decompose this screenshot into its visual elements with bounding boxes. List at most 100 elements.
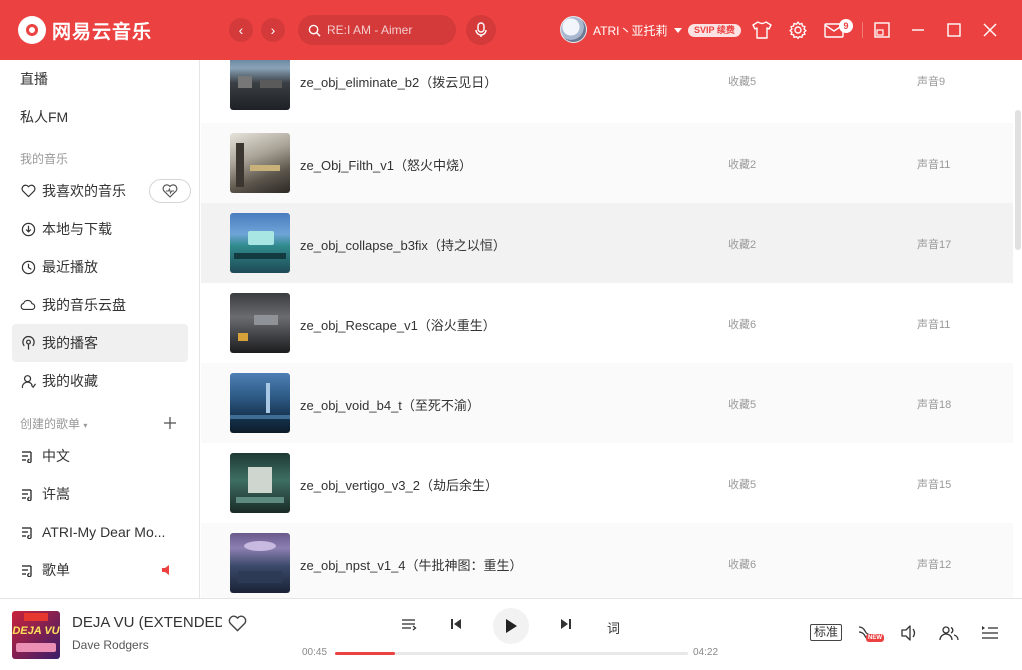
episode-thumbnail — [230, 293, 290, 353]
close-button[interactable] — [978, 18, 1002, 42]
gear-icon — [789, 21, 807, 39]
play-mode-button[interactable] — [398, 613, 420, 635]
episode-thumbnail — [230, 373, 290, 433]
sidebar-item-label: ATRI-My Dear Mo... — [42, 524, 166, 540]
sidebar-item-recent[interactable]: 最近播放 — [12, 248, 188, 286]
forward-button[interactable]: › — [261, 18, 285, 42]
song-title[interactable]: DEJA VU (EXTENDED — [72, 614, 222, 631]
avatar[interactable] — [560, 16, 587, 43]
settings-button[interactable] — [786, 18, 810, 42]
listen-together-button[interactable] — [938, 623, 960, 643]
sound-count: 声音9 — [917, 76, 946, 88]
cloud-icon — [20, 297, 36, 313]
title-bar: 网易云音乐 ‹ › ATRI丶亚托莉 SVIP 续费 9 — [0, 0, 1022, 60]
sidebar-item-podcast[interactable]: 我的播客 — [12, 324, 188, 362]
favorite-count: 收藏5 — [728, 76, 757, 88]
album-cover-text: DEJA VU — [12, 625, 60, 637]
shirt-icon — [752, 21, 772, 39]
episode-title: ze_obj_void_b4_t（至死不渝） — [300, 398, 480, 413]
episode-thumbnail — [230, 533, 290, 593]
sidebar-item-fm[interactable]: 私人FM — [12, 98, 188, 136]
volume-button[interactable] — [898, 623, 920, 643]
sidebar-item-cloud[interactable]: 我的音乐云盘 — [12, 286, 188, 324]
sidebar-item-label: 最近播放 — [42, 259, 98, 275]
playlist-queue-button[interactable] — [979, 623, 1001, 643]
playlist-icon — [20, 448, 36, 464]
sidebar-playlist-xusong[interactable]: 许嵩 — [12, 475, 188, 513]
favorite-count: 收藏2 — [728, 239, 757, 251]
list-item[interactable]: ze_obj_void_b4_t（至死不渝） 收藏5 声音18 — [201, 363, 1013, 443]
artist-name[interactable]: Dave Rodgers — [72, 638, 149, 652]
minimize-icon — [912, 29, 924, 31]
album-cover[interactable]: DEJA VU — [12, 611, 60, 659]
netease-logo-icon — [18, 16, 46, 44]
mini-mode-button[interactable] — [870, 18, 894, 42]
chevron-down-icon[interactable] — [674, 28, 682, 33]
skin-button[interactable] — [750, 18, 774, 42]
username[interactable]: ATRI丶亚托莉 — [593, 22, 667, 39]
search-box[interactable] — [298, 15, 456, 45]
favorite-count: 收藏5 — [728, 479, 757, 491]
list-item[interactable]: ze_obj_Rescape_v1（浴火重生） 收藏6 声音11 — [201, 283, 1013, 363]
created-playlists-heading[interactable]: 创建的歌单 ▾ — [20, 415, 87, 432]
search-icon — [308, 24, 321, 37]
favorite-count: 收藏5 — [728, 399, 757, 411]
heartbeat-icon — [162, 184, 178, 198]
play-button[interactable] — [493, 608, 529, 644]
sidebar-playlist-chinese[interactable]: 中文 — [12, 437, 188, 475]
heart-icon — [20, 183, 36, 199]
sidebar-item-label: 歌单 — [42, 562, 70, 578]
sidebar-item-collection[interactable]: 我的收藏 — [12, 362, 188, 400]
scrollbar-thumb[interactable] — [1015, 110, 1021, 250]
sidebar-item-label: 我的播客 — [42, 335, 98, 351]
sidebar-item-local-download[interactable]: 本地与下载 — [12, 210, 188, 248]
users-icon — [939, 626, 959, 641]
list-loop-icon — [402, 619, 417, 631]
sidebar-item-liked-music[interactable]: 我喜欢的音乐 — [12, 172, 191, 210]
favorite-count: 收藏6 — [728, 319, 757, 331]
list-item[interactable]: ze_obj_npst_v1_4（牛批神图：重生） 收藏6 声音12 — [201, 523, 1013, 598]
sidebar-item-label: 中文 — [42, 448, 70, 464]
previous-button[interactable] — [445, 613, 467, 635]
mini-player-icon — [874, 22, 890, 38]
list-item[interactable]: ze_obj_collapse_b3fix（持之以恒） 收藏2 声音17 — [201, 203, 1013, 283]
add-playlist-icon[interactable] — [163, 416, 177, 430]
heartbeat-mode-button[interactable] — [149, 179, 191, 203]
sidebar-item-label: 本地与下载 — [42, 221, 112, 237]
now-playing-speaker-icon — [162, 565, 169, 575]
microphone-icon — [475, 22, 487, 37]
sound-quality-button[interactable]: 标准 — [810, 624, 843, 641]
like-button[interactable] — [228, 615, 247, 635]
maximize-button[interactable] — [942, 18, 966, 42]
clock-icon — [20, 259, 36, 275]
player-bar: DEJA VU DEJA VU (EXTENDED Dave Rodgers 词… — [0, 598, 1022, 670]
sound-count: 声音12 — [917, 559, 952, 571]
next-icon — [561, 619, 571, 629]
progress-bar[interactable] — [335, 652, 688, 655]
episode-title: ze_obj_npst_v1_4（牛批神图：重生） — [300, 558, 523, 573]
next-button[interactable] — [555, 613, 577, 635]
minimize-button[interactable] — [906, 18, 930, 42]
episode-thumbnail — [230, 213, 290, 273]
progress-fill — [335, 652, 395, 655]
sidebar-playlist-atri[interactable]: ATRI-My Dear Mo... — [12, 513, 188, 551]
sidebar-item-label: 我的音乐云盘 — [42, 297, 126, 313]
sidebar-item-label: 许嵩 — [42, 486, 70, 502]
previous-icon — [451, 619, 461, 629]
list-item[interactable]: ze_Obj_Filth_v1（怒火中烧） 收藏2 声音11 — [201, 123, 1013, 203]
lyrics-button[interactable]: 词 — [607, 618, 620, 637]
app-logo[interactable]: 网易云音乐 — [18, 16, 152, 44]
episode-title: ze_obj_Rescape_v1（浴火重生） — [300, 318, 496, 333]
sound-count: 声音11 — [917, 319, 951, 331]
favorite-count: 收藏6 — [728, 559, 757, 571]
sound-count: 声音15 — [917, 479, 952, 491]
search-input[interactable] — [327, 23, 447, 37]
episode-thumbnail — [230, 453, 290, 513]
vip-badge[interactable]: SVIP 续费 — [688, 24, 741, 37]
back-button[interactable]: ‹ — [229, 18, 253, 42]
sidebar-item-live[interactable]: 直播 — [12, 60, 188, 98]
list-item[interactable]: ze_obj_vertigo_v3_2（劫后余生） 收藏5 声音15 — [201, 443, 1013, 523]
list-item[interactable]: ze_obj_eliminate_b2（拨云见日） 收藏5 声音9 — [201, 60, 1013, 120]
voice-search-button[interactable] — [466, 15, 496, 45]
sidebar-item-label: 我喜欢的音乐 — [42, 183, 126, 199]
